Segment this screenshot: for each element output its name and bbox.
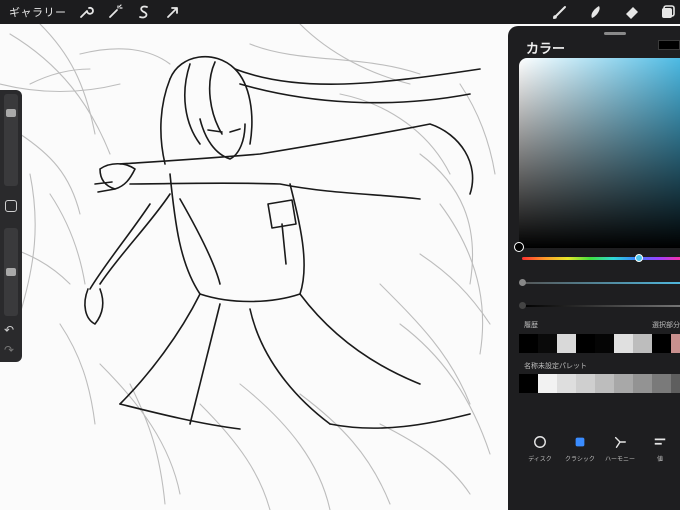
brightness-slider-knob[interactable] (519, 302, 526, 309)
hue-slider-knob[interactable] (635, 254, 643, 262)
mode-tab-value[interactable]: 値 (640, 434, 680, 463)
eraser-icon[interactable] (620, 0, 644, 24)
brush-icon[interactable] (548, 0, 572, 24)
palette-swatch[interactable] (595, 374, 614, 393)
mode-tab-disc[interactable]: ディスク (520, 434, 560, 463)
saturation-brightness-picker[interactable] (519, 58, 680, 248)
color-panel: カラー 履歴 選択部分 名称未設定パレット ディスク クラシック ハーモニー 値 (508, 26, 680, 510)
harmony-icon (612, 434, 628, 450)
transform-arrow-icon[interactable] (162, 1, 184, 23)
wrench-icon[interactable] (75, 1, 97, 23)
history-label: 履歴 (524, 321, 538, 329)
mode-tab-classic[interactable]: クラシック (560, 434, 600, 463)
saturation-slider[interactable] (522, 282, 680, 284)
selection-icon[interactable] (133, 1, 155, 23)
history-swatches (519, 334, 680, 353)
history-swatch[interactable] (595, 334, 614, 353)
palette-swatch[interactable] (557, 374, 576, 393)
undo-icon[interactable]: ↶ (4, 323, 14, 337)
brush-size-slider[interactable] (4, 94, 18, 186)
panel-title: カラー (526, 42, 566, 57)
modify-button[interactable] (5, 200, 17, 212)
disc-icon (532, 434, 548, 450)
panel-grabber[interactable] (604, 32, 626, 35)
mode-label: ハーモニー (604, 456, 635, 463)
magic-wand-icon[interactable] (104, 1, 126, 23)
palette-swatch[interactable] (519, 374, 538, 393)
palette-swatch[interactable] (576, 374, 595, 393)
color-picker-knob[interactable] (514, 242, 524, 252)
history-swatch[interactable] (652, 334, 671, 353)
classic-square-icon (572, 434, 588, 450)
history-swatch[interactable] (671, 334, 680, 353)
history-swatch[interactable] (614, 334, 633, 353)
hue-slider[interactable] (522, 257, 680, 260)
current-color-swatch[interactable] (658, 40, 680, 50)
history-swatch[interactable] (538, 334, 557, 353)
redo-icon[interactable]: ↷ (4, 343, 14, 357)
palette-swatch[interactable] (614, 374, 633, 393)
value-sliders-icon (652, 434, 668, 450)
history-swatch[interactable] (633, 334, 652, 353)
top-toolbar: ギャラリー (0, 0, 680, 24)
brush-size-handle[interactable] (6, 109, 16, 118)
selected-label[interactable]: 選択部分 (652, 320, 680, 330)
history-swatch[interactable] (576, 334, 595, 353)
layers-icon[interactable] (656, 0, 680, 24)
brightness-slider[interactable] (522, 305, 680, 307)
palette-swatch[interactable] (652, 374, 671, 393)
saturation-slider-knob[interactable] (519, 279, 526, 286)
palette-swatch[interactable] (671, 374, 680, 393)
opacity-slider[interactable] (4, 228, 18, 316)
mode-label: ディスク (528, 456, 552, 463)
smudge-icon[interactable] (584, 0, 608, 24)
palette-swatch[interactable] (538, 374, 557, 393)
opacity-handle[interactable] (6, 268, 16, 276)
gallery-button[interactable]: ギャラリー (9, 4, 67, 20)
mode-label: クラシック (565, 456, 595, 463)
palette-label: 名称未設定パレット (524, 362, 587, 370)
palette-swatch[interactable] (633, 374, 652, 393)
history-swatch[interactable] (557, 334, 576, 353)
mode-tab-harmony[interactable]: ハーモニー (600, 434, 640, 463)
history-swatch[interactable] (519, 334, 538, 353)
palette-swatches (519, 374, 680, 393)
color-mode-tabs: ディスク クラシック ハーモニー 値 (520, 434, 680, 463)
mode-label: 値 (656, 456, 663, 463)
right-tools (536, 0, 680, 24)
left-sidebar: ↶ ↷ (0, 90, 22, 362)
